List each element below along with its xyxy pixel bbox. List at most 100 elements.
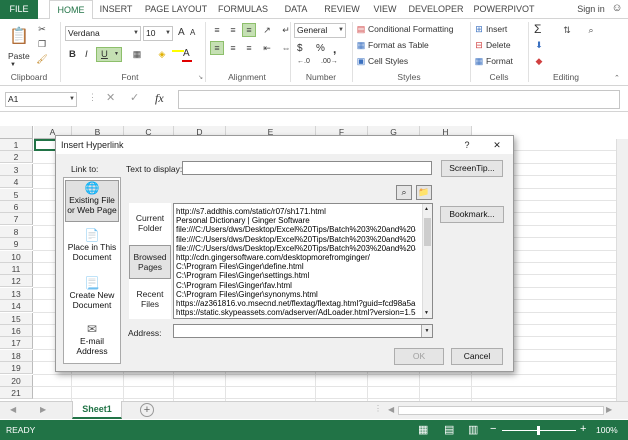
list-item[interactable]: https://static.skypeassets.com/adserver/… bbox=[176, 308, 416, 317]
fill-color-icon[interactable]: ◈ bbox=[155, 48, 169, 61]
tab-developer[interactable]: DEVELOPER bbox=[408, 0, 464, 19]
nav-current-folder[interactable]: Current Folder bbox=[129, 213, 171, 247]
format-cells-button[interactable]: Format bbox=[486, 56, 513, 66]
zoom-in-button[interactable]: + bbox=[580, 423, 586, 435]
decrease-indent-icon[interactable]: ⇤ bbox=[260, 41, 274, 55]
zoom-slider-thumb[interactable] bbox=[537, 426, 540, 435]
help-button[interactable]: ? bbox=[460, 139, 474, 151]
italic-button[interactable]: I bbox=[85, 49, 88, 60]
chevron-down-icon[interactable]: ▼ bbox=[421, 325, 432, 337]
list-scroll-thumb[interactable] bbox=[424, 218, 431, 246]
borders-icon[interactable]: ▦ bbox=[130, 48, 144, 61]
vertical-scrollbar[interactable] bbox=[616, 139, 628, 401]
row-header[interactable]: 8 bbox=[0, 225, 33, 238]
insert-function-button[interactable]: fx bbox=[155, 91, 164, 106]
hscroll-left-icon[interactable]: ◀ bbox=[388, 405, 394, 414]
page-layout-view-icon[interactable]: ▤ bbox=[444, 423, 454, 436]
chevron-down-icon[interactable]: ▼ bbox=[133, 27, 139, 40]
bookmark-button[interactable]: Bookmark... bbox=[440, 206, 504, 223]
row-header[interactable]: 2 bbox=[0, 151, 33, 164]
list-item[interactable]: http://cdn.gingersoftware.com/desktopmor… bbox=[176, 253, 416, 262]
align-left-icon[interactable]: ≡ bbox=[210, 41, 224, 55]
format-as-table-button[interactable]: Format as Table bbox=[368, 40, 429, 50]
zoom-out-button[interactable]: − bbox=[490, 423, 496, 435]
list-item[interactable]: C:\Program Files\Ginger\synonyms.html bbox=[176, 290, 416, 299]
list-item[interactable]: C:\Program Files\Ginger\define.html bbox=[176, 262, 416, 271]
nav-browsed-pages[interactable]: Browsed Pages bbox=[129, 245, 171, 279]
increase-decimal-icon[interactable]: ←.0 bbox=[297, 58, 310, 65]
formula-input[interactable] bbox=[178, 90, 620, 109]
decrease-decimal-icon[interactable]: .00→ bbox=[321, 58, 338, 65]
address-input[interactable]: ▼ bbox=[173, 324, 433, 338]
text-to-display-input[interactable] bbox=[182, 161, 432, 175]
copy-icon[interactable]: ❐ bbox=[36, 38, 48, 50]
sort-filter-icon[interactable]: ⇅ bbox=[560, 23, 574, 37]
autosum-button[interactable]: Σ bbox=[534, 22, 541, 36]
align-right-icon[interactable]: ≡ bbox=[242, 41, 256, 55]
row-header[interactable]: 19 bbox=[0, 362, 33, 375]
tab-home[interactable]: HOME bbox=[49, 0, 93, 20]
scroll-right-icon[interactable]: ▶ bbox=[40, 405, 46, 414]
comma-button[interactable]: , bbox=[333, 42, 336, 56]
row-header[interactable]: 7 bbox=[0, 213, 33, 226]
paste-icon[interactable]: 📋 bbox=[6, 24, 32, 48]
list-item[interactable]: http://s7.addthis.com/static/r07/sh171.h… bbox=[176, 207, 416, 216]
scroll-left-icon[interactable]: ◀ bbox=[10, 405, 16, 414]
browse-web-icon[interactable]: ⌕ bbox=[396, 185, 412, 200]
row-header[interactable]: 15 bbox=[0, 312, 33, 325]
row-header[interactable]: 14 bbox=[0, 300, 33, 313]
page-break-view-icon[interactable]: ▥ bbox=[468, 423, 478, 436]
paste-button[interactable]: Paste bbox=[8, 51, 30, 61]
chevron-down-icon[interactable]: ▼ bbox=[165, 27, 171, 40]
cancel-button[interactable]: Cancel bbox=[451, 348, 503, 365]
shrink-font-button[interactable]: A bbox=[190, 28, 195, 37]
row-header[interactable]: 5 bbox=[0, 188, 33, 201]
font-name-combo[interactable]: Verdana ▼ bbox=[65, 26, 141, 41]
tab-powerpivot[interactable]: POWERPIVOT bbox=[472, 0, 536, 19]
paste-dropdown-icon[interactable]: ▼ bbox=[10, 62, 16, 68]
row-header[interactable]: 10 bbox=[0, 250, 33, 263]
font-color-icon[interactable]: A bbox=[183, 48, 190, 59]
grow-font-button[interactable]: A bbox=[178, 27, 185, 38]
scroll-up-icon[interactable]: ▲ bbox=[424, 206, 429, 212]
row-header[interactable]: 12 bbox=[0, 275, 33, 288]
list-item[interactable]: file:///C:/Users/dws/Desktop/Excel%20Tip… bbox=[176, 225, 416, 234]
sheet-tab-sheet1[interactable]: Sheet1 bbox=[72, 401, 122, 419]
row-header[interactable]: 4 bbox=[0, 176, 33, 189]
cell-styles-button[interactable]: Cell Styles bbox=[368, 56, 408, 66]
align-bottom-icon[interactable]: ≡ bbox=[242, 23, 256, 37]
cancel-entry-button[interactable]: ✕ bbox=[106, 91, 115, 104]
row-header[interactable]: 20 bbox=[0, 374, 33, 387]
link-existing-file-web-page[interactable]: 🌐 Existing File or Web Page bbox=[65, 180, 119, 222]
align-top-icon[interactable]: ≡ bbox=[210, 23, 224, 37]
row-header[interactable]: 21 bbox=[0, 387, 33, 399]
screentip-button[interactable]: ScreenTip... bbox=[441, 160, 503, 177]
row-header[interactable]: 16 bbox=[0, 325, 33, 337]
close-icon[interactable]: ✕ bbox=[486, 139, 508, 151]
link-place-in-document[interactable]: 📄 Place in This Document bbox=[65, 228, 119, 268]
underline-button[interactable]: U bbox=[101, 49, 108, 60]
sign-in-link[interactable]: Sign in bbox=[574, 0, 608, 19]
chevron-down-icon[interactable]: ▼ bbox=[69, 93, 75, 106]
scroll-down-icon[interactable]: ▼ bbox=[424, 310, 429, 316]
collapse-ribbon-icon[interactable]: ⌃ bbox=[614, 74, 620, 82]
tab-page-layout[interactable]: PAGE LAYOUT bbox=[144, 0, 208, 19]
list-item[interactable]: C:\Program Files\Ginger\fav.html bbox=[176, 281, 416, 290]
cut-icon[interactable]: ✂ bbox=[36, 23, 48, 35]
format-painter-icon[interactable]: 🖌 bbox=[36, 53, 48, 65]
select-all-button[interactable] bbox=[0, 126, 33, 139]
ok-button[interactable]: OK bbox=[394, 348, 444, 365]
list-item[interactable]: file:///C:/Users/dws/Desktop/Excel%20Tip… bbox=[176, 244, 416, 253]
percent-button[interactable]: % bbox=[316, 43, 325, 54]
hscroll-right-icon[interactable]: ▶ bbox=[606, 405, 612, 414]
font-size-combo[interactable]: 10 ▼ bbox=[143, 26, 173, 41]
chevron-down-icon[interactable]: ▼ bbox=[338, 24, 344, 37]
list-item[interactable]: https://az361816.vo.msecnd.net/flextag/f… bbox=[176, 299, 416, 308]
browse-file-icon[interactable]: 📁 bbox=[416, 185, 432, 200]
tab-insert[interactable]: INSERT bbox=[98, 0, 134, 19]
insert-cells-button[interactable]: Insert bbox=[486, 24, 507, 34]
row-header[interactable]: 11 bbox=[0, 263, 33, 275]
font-dialog-launcher-icon[interactable]: ↘ bbox=[198, 74, 203, 81]
underline-dropdown-icon[interactable]: ▼ bbox=[114, 51, 119, 57]
row-header[interactable]: 3 bbox=[0, 163, 33, 176]
